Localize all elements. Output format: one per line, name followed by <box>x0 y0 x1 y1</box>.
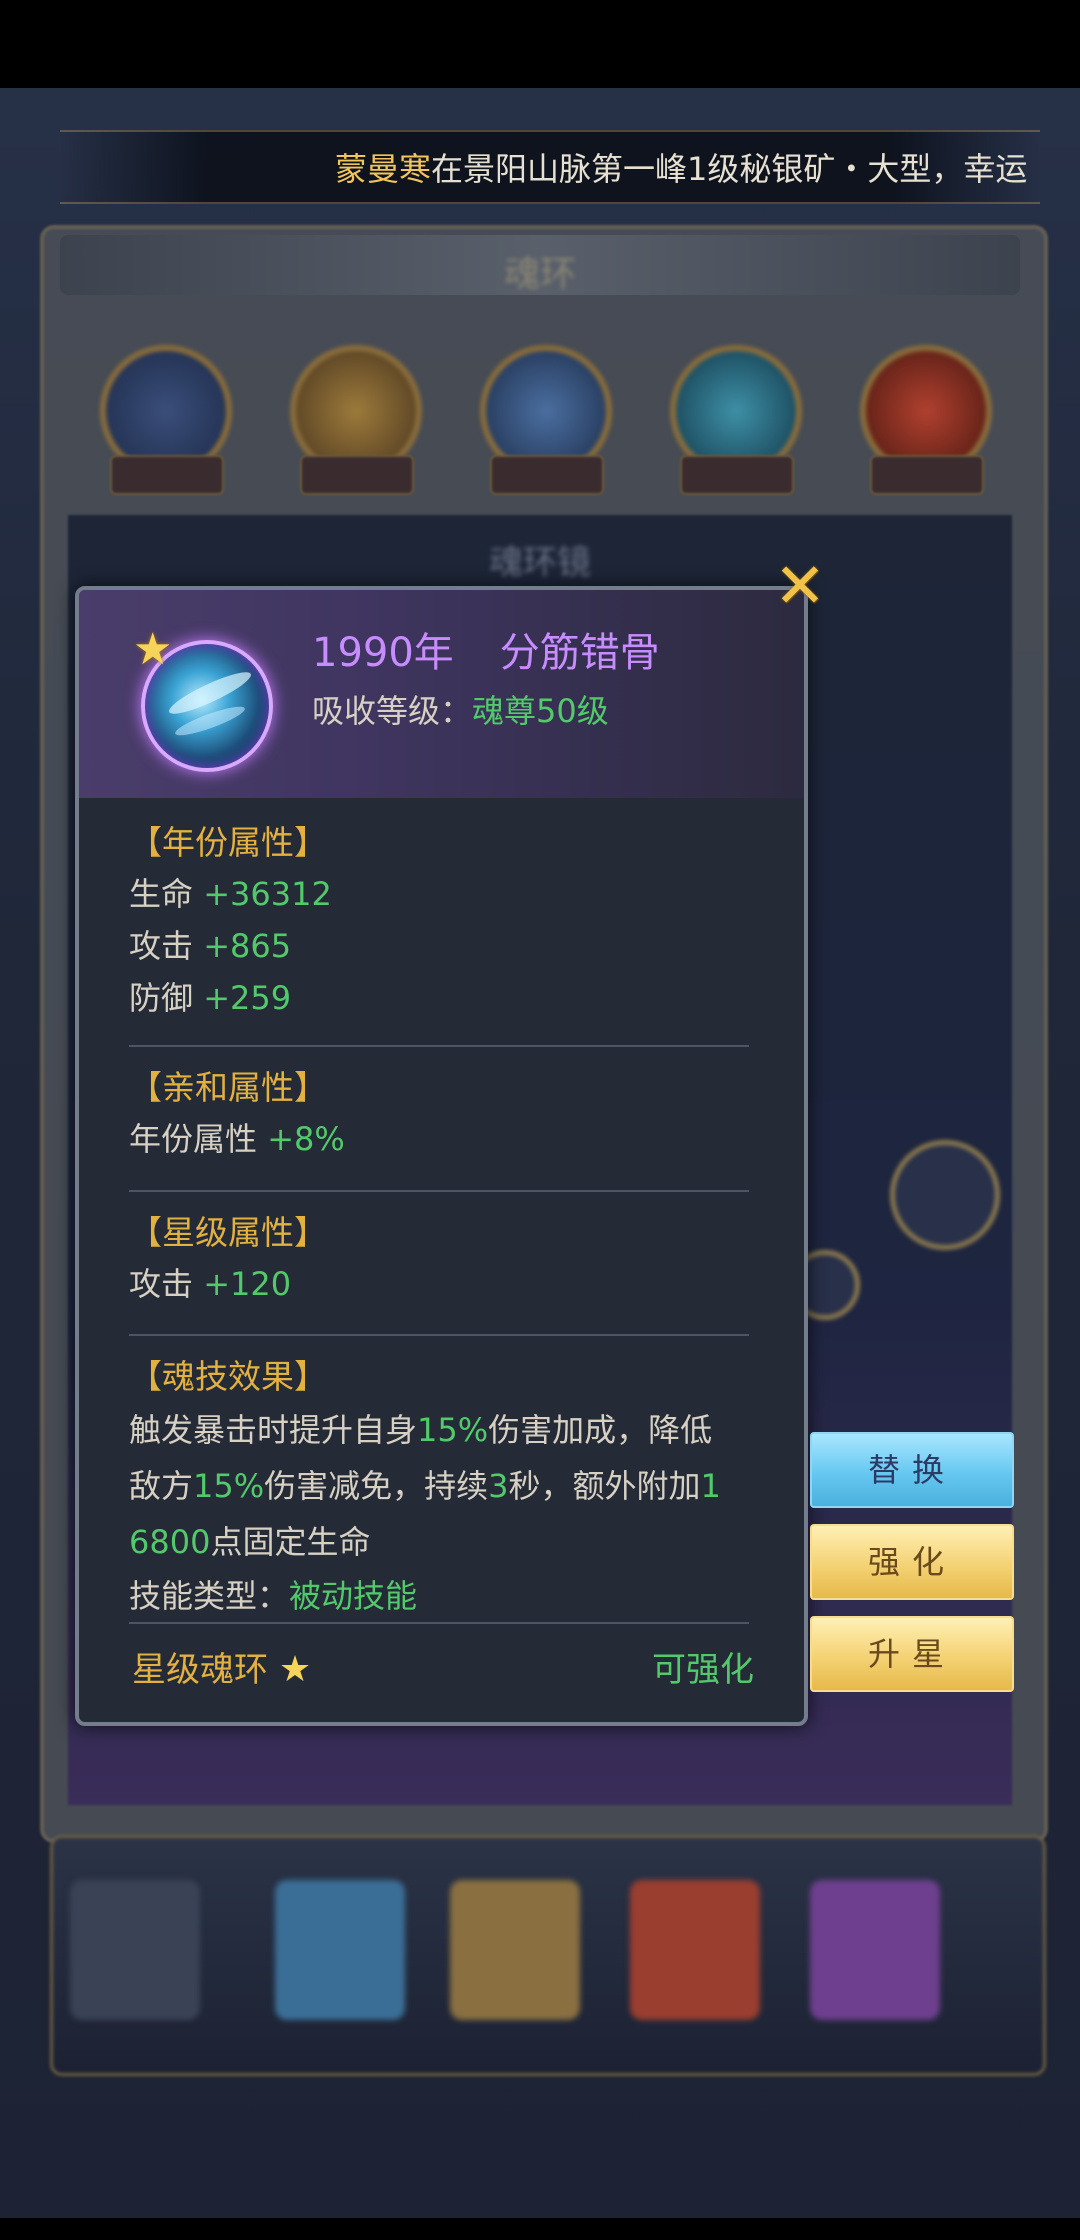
dock-item[interactable] <box>275 1880 405 2020</box>
skill-type-label: 技能类型： <box>129 1577 290 1615</box>
section-title: 【亲和属性】 <box>129 1068 327 1107</box>
affinity-attr-section: 【亲和属性】 年份属性 +8% <box>129 1063 749 1165</box>
divider <box>129 1190 749 1192</box>
year-attr-section: 【年份属性】 生命 +36312 攻击 +865 防御 +259 <box>129 818 749 1024</box>
stat-value: +36312 <box>203 875 332 913</box>
skill-type-value: 被动技能 <box>289 1577 418 1615</box>
skill-effect-section: 【魂技效果】 触发暴击时提升自身15%伤害加成，降低 敌方15%伤害减免，持续3秒… <box>129 1352 749 1622</box>
skill-type-line: 技能类型：被动技能 <box>129 1570 749 1622</box>
ring-name: 分筋错骨 <box>499 630 660 676</box>
dock-item[interactable] <box>450 1880 580 2020</box>
marquee-player-name: 蒙曼寒 <box>335 150 432 188</box>
stat-value: +259 <box>203 979 292 1017</box>
section-title: 【星级属性】 <box>129 1213 327 1252</box>
stat-value: +865 <box>203 927 292 965</box>
background-orb-icon <box>890 1140 1000 1250</box>
section-title: 【年份属性】 <box>129 823 327 862</box>
desc-text: 敌方 <box>129 1467 194 1505</box>
marquee-text: 蒙曼寒在景阳山脉第一峰1级秘银矿・大型，幸运 <box>335 144 1027 190</box>
soul-ring-label <box>300 455 414 495</box>
desc-text: 伤害减免，持续 <box>264 1467 489 1505</box>
stat-label: 防御 <box>129 979 194 1017</box>
soul-ring-label <box>870 455 984 495</box>
close-icon[interactable]: ✕ <box>770 555 830 617</box>
background-inner-title: 魂环镜 <box>489 543 591 583</box>
star-icon: ★ <box>278 1649 312 1690</box>
soul-ring-label <box>490 455 604 495</box>
soul-ring-orb-icon: ★ <box>133 624 273 772</box>
dock-back-button[interactable] <box>70 1880 200 2020</box>
desc-value: 15% <box>417 1411 489 1449</box>
marquee-message: 在景阳山脉第一峰1级秘银矿・大型，幸运 <box>431 150 1028 188</box>
can-enhance-status: 可强化 <box>652 1650 754 1690</box>
ring-title: 1990年 分筋错骨 <box>312 620 660 678</box>
popup-header: ★ 1990年 分筋错骨 吸收等级：魂尊50级 <box>79 590 804 798</box>
replace-button[interactable]: 替换 <box>810 1432 1014 1508</box>
desc-value: 3 <box>488 1467 509 1505</box>
star-up-button[interactable]: 升星 <box>810 1616 1014 1692</box>
enhance-button[interactable]: 强化 <box>810 1524 1014 1600</box>
divider <box>129 1622 749 1624</box>
soul-ring-label <box>680 455 794 495</box>
ring-year: 1990年 <box>312 630 454 676</box>
stat-value: +8% <box>267 1120 345 1158</box>
star-attr-section: 【星级属性】 攻击 +120 <box>129 1208 749 1310</box>
status-bar <box>0 0 1080 88</box>
stat-label: 攻击 <box>129 927 194 965</box>
announcement-marquee: 蒙曼寒在景阳山脉第一峰1级秘银矿・大型，幸运 <box>60 130 1040 204</box>
absorb-level: 吸收等级：魂尊50级 <box>312 686 609 732</box>
stat-value: +120 <box>203 1265 292 1303</box>
stat-label: 生命 <box>129 875 194 913</box>
desc-value: 15% <box>193 1467 265 1505</box>
star-icon: ★ <box>133 624 173 675</box>
divider <box>129 1334 749 1336</box>
skill-description: 触发暴击时提升自身15%伤害加成，降低 敌方15%伤害减免，持续3秒，额外附加1 6… <box>129 1402 749 1570</box>
desc-text: 触发暴击时提升自身 <box>129 1411 418 1449</box>
dock-item[interactable] <box>630 1880 760 2020</box>
dock-item[interactable] <box>810 1880 940 2020</box>
stat-line: 防御 +259 <box>129 972 749 1024</box>
stat-line: 攻击 +865 <box>129 920 749 972</box>
stat-line: 生命 +36312 <box>129 868 749 920</box>
stat-label: 年份属性 <box>129 1120 258 1158</box>
stat-line: 攻击 +120 <box>129 1258 749 1310</box>
soul-ring-label <box>110 455 224 495</box>
desc-text: 秒，额外附加 <box>508 1467 701 1505</box>
desc-text: 伤害加成，降低 <box>488 1411 713 1449</box>
divider <box>129 1045 749 1047</box>
bottom-system-bar <box>0 2218 1080 2240</box>
soul-ring-detail-popup: ★ 1990年 分筋错骨 吸收等级：魂尊50级 【年份属性】 生命 +36312 … <box>75 586 808 1726</box>
background-title-bar: 魂环 <box>60 235 1020 295</box>
star-ring-text: 星级魂环 <box>132 1650 268 1690</box>
stat-line: 年份属性 +8% <box>129 1113 749 1165</box>
star-ring-label: 星级魂环 ★ <box>132 1642 311 1691</box>
absorb-label: 吸收等级： <box>312 692 473 730</box>
desc-text: 点固定生命 <box>210 1523 371 1561</box>
desc-value: 1 <box>700 1467 721 1505</box>
desc-value: 6800 <box>129 1523 211 1561</box>
absorb-value: 魂尊50级 <box>472 692 609 730</box>
section-title: 【魂技效果】 <box>129 1357 327 1396</box>
stat-label: 攻击 <box>129 1265 194 1303</box>
background-title: 魂环 <box>503 254 576 295</box>
